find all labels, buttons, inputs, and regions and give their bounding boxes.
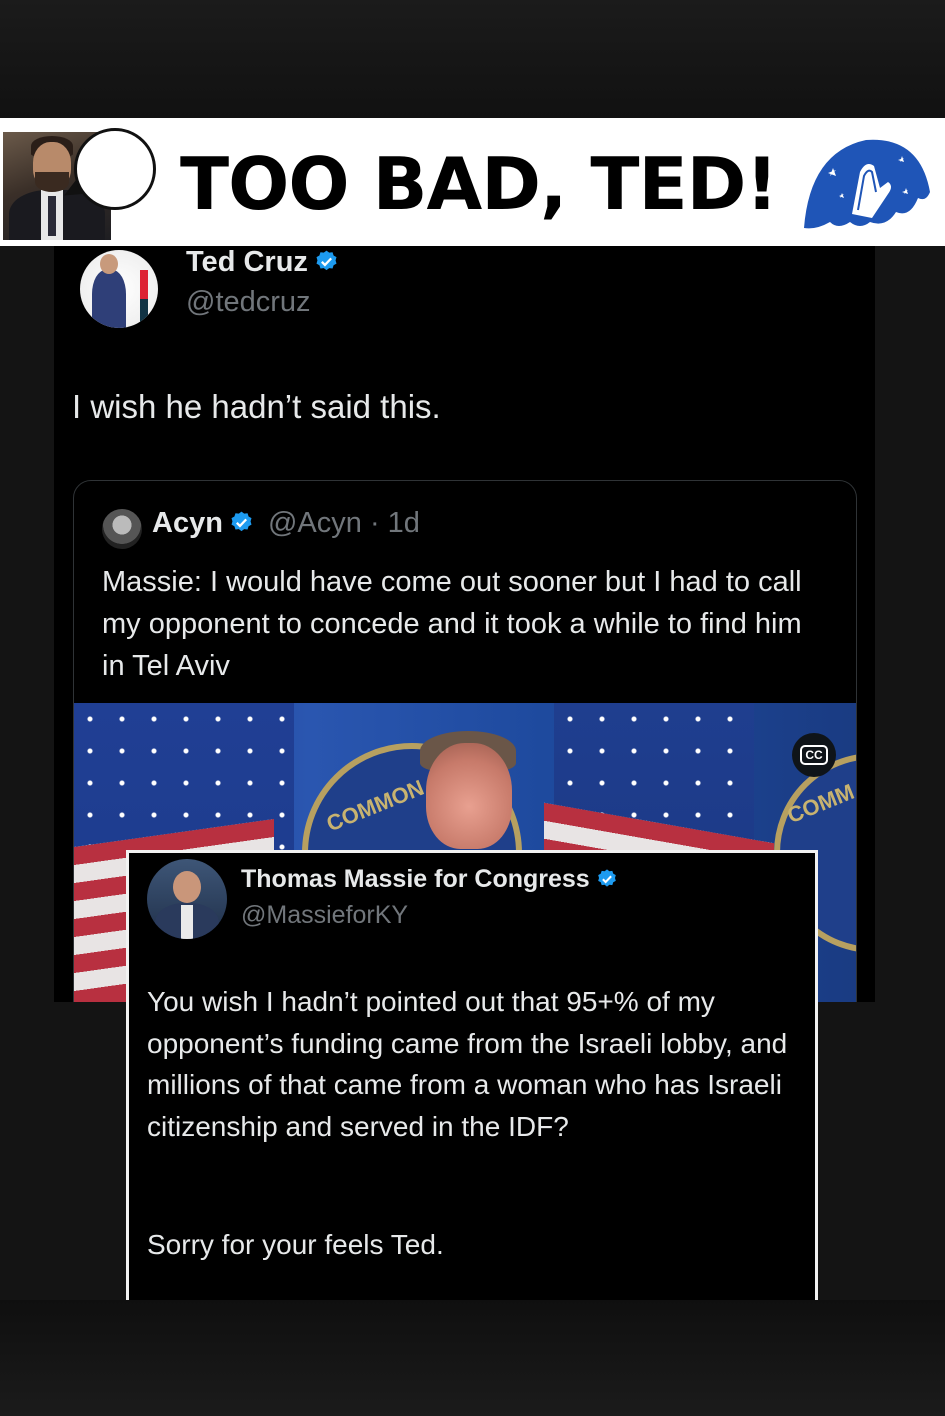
verified-badge-icon (231, 511, 252, 532)
author-handle[interactable]: @Acyn (268, 507, 362, 539)
author-name[interactable]: Acyn (152, 507, 223, 539)
bottom-letterbox (0, 1300, 945, 1416)
author-name[interactable]: Thomas Massie for Congress (241, 865, 618, 894)
author-handle[interactable]: @MassieforKY (241, 901, 408, 930)
avatar[interactable] (102, 509, 142, 549)
praying-hands-logo-icon (804, 139, 930, 229)
speech-bubble (74, 128, 156, 210)
verified-badge-icon (316, 250, 337, 271)
reply-tweet[interactable]: Thomas Massie for Congress @MassieforKY … (126, 850, 818, 1300)
tweet-text: I wish he hadn’t said this. (72, 388, 441, 425)
author-name[interactable]: Ted Cruz (186, 246, 339, 279)
tweet-text-closing: Sorry for your feels Ted. (147, 1229, 444, 1260)
tweet-age[interactable]: · 1d (370, 507, 420, 539)
closed-captions-button[interactable]: CC (792, 733, 836, 777)
verified-badge-icon (597, 869, 616, 887)
tweet-text: You wish I hadn’t pointed out that 95+% … (147, 986, 788, 1142)
avatar[interactable] (80, 250, 158, 328)
author-handle[interactable]: @tedcruz (186, 286, 311, 319)
tweet-text: Massie: I would have come out sooner but… (102, 566, 802, 682)
meme-banner: TOO BAD, TED! (0, 118, 945, 246)
closed-captions-icon: CC (800, 745, 828, 765)
banner-title: TOO BAD, TED! (180, 142, 778, 226)
speaker-face (426, 743, 512, 849)
avatar[interactable] (147, 859, 227, 939)
quoted-tweet-header: Acyn @Acyn · 1d (152, 507, 420, 540)
top-letterbox (0, 0, 945, 118)
